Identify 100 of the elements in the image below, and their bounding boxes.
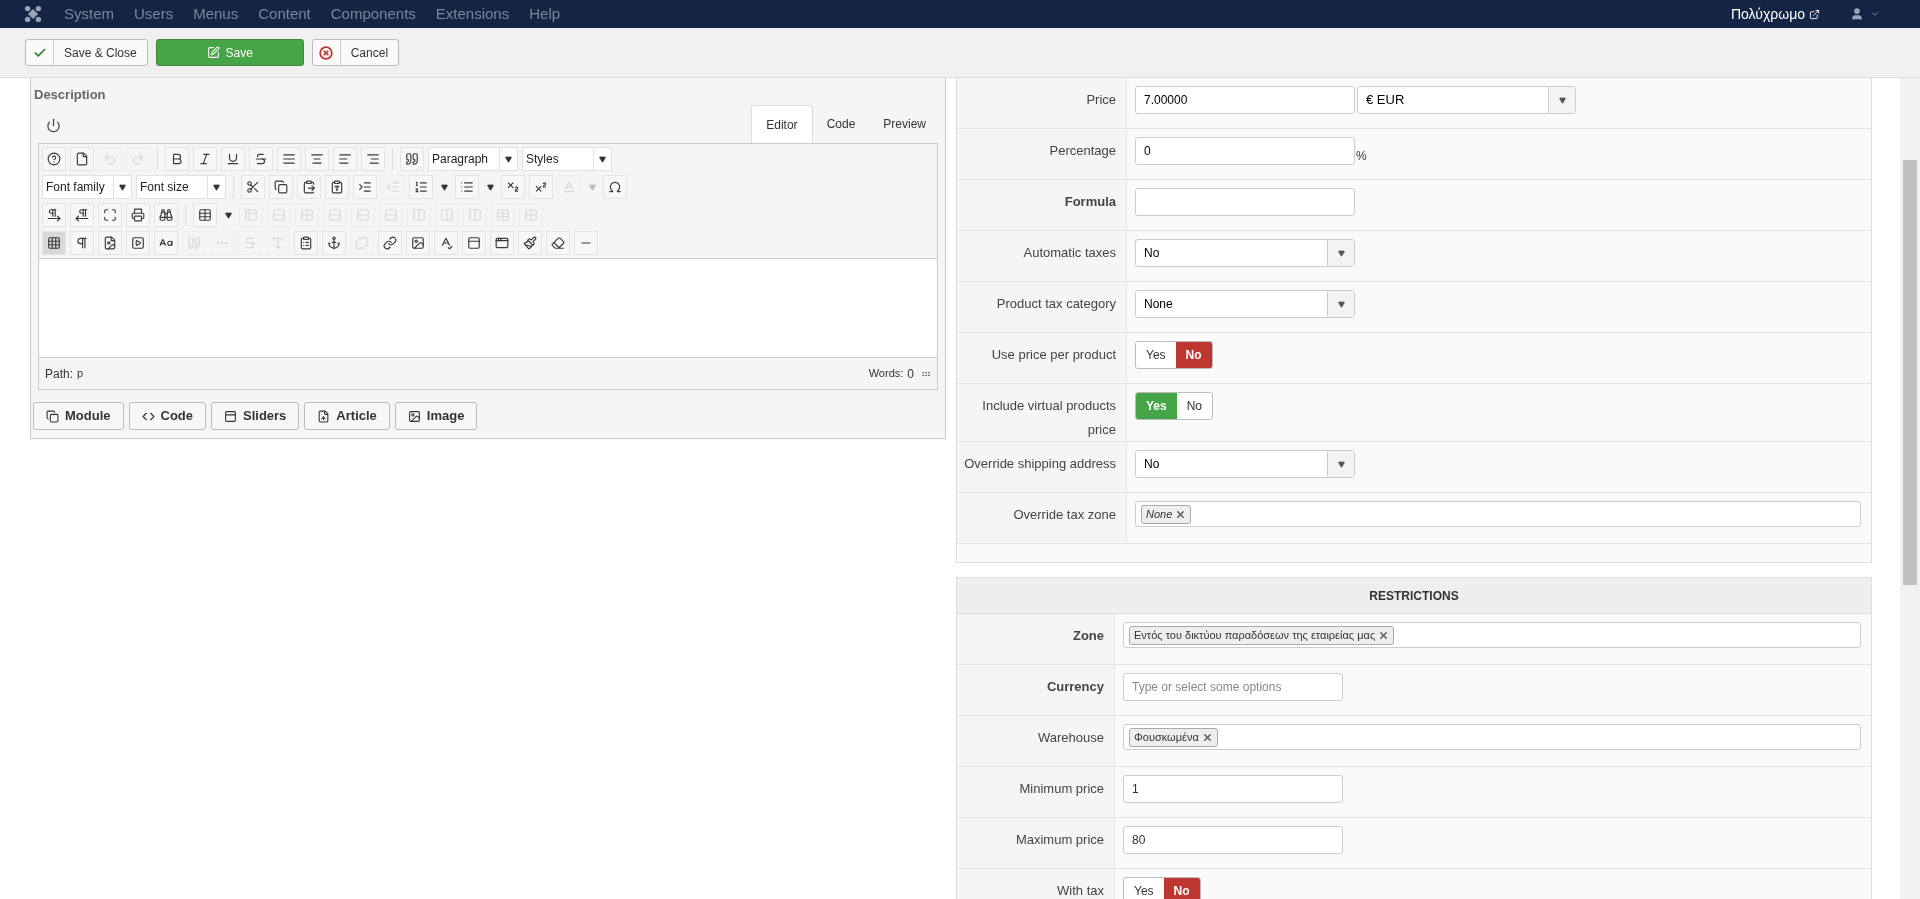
editor-dropdown[interactable]: Font family [42,175,132,199]
editor-dropdown[interactable]: Font size [136,175,226,199]
nav-menu-item[interactable]: Components [330,2,416,26]
editor-button[interactable]: Sliders [211,402,300,430]
image-button[interactable] [406,231,430,255]
nav-menu-item[interactable]: Menus [193,2,239,26]
bold-icon [170,152,184,166]
field-label: Maximum price [1015,832,1104,847]
panel-icon [224,409,237,423]
nav-menu-item[interactable]: Extensions [435,2,510,26]
price-input[interactable]: 7.00000 [1135,86,1355,114]
remove-icon[interactable] [1201,731,1213,743]
remove-icon[interactable] [1378,629,1390,641]
editor-tab[interactable]: Code [812,105,870,143]
preview-button[interactable] [490,231,514,255]
toolbar-button[interactable]: Save & Close [25,39,148,66]
template-button[interactable] [294,231,318,255]
indent-button[interactable] [353,175,377,199]
tag-input[interactable]: Εντός του δικτύου παραδόσεων της εταιρείας μας [1123,622,1861,648]
italic-button[interactable] [193,147,217,171]
align-left-button[interactable] [333,147,357,171]
user-menu[interactable] [1850,7,1880,21]
scissors-button[interactable] [241,175,265,199]
align-justify-button[interactable] [277,147,301,171]
link-button[interactable] [378,231,402,255]
right-to-left-button[interactable] [70,203,94,227]
omega-button[interactable] [603,175,627,199]
caret-icon [440,183,448,191]
editor-button[interactable]: Image [394,402,478,430]
toggle-option[interactable]: Yes [1124,878,1164,899]
grid-button[interactable] [42,231,66,255]
currency-select[interactable]: € EUR [1357,86,1576,114]
percentage-input[interactable]: 0 [1135,137,1355,165]
scrollbar[interactable] [1900,78,1920,899]
underline-button[interactable] [221,147,245,171]
table-button[interactable] [193,203,217,227]
dropdown-select[interactable]: None [1135,290,1355,318]
table-row-icon [272,208,286,222]
table-cell-icon [300,208,314,222]
media-button[interactable] [126,231,150,255]
align-center-button[interactable] [305,147,329,171]
dropdown-select[interactable]: No [1135,450,1355,478]
editor-button[interactable]: Article [304,402,390,430]
brush-button[interactable] [518,231,542,255]
pilcrow-button[interactable] [70,231,94,255]
font-button[interactable] [154,231,178,255]
editor-button[interactable]: Module [33,402,124,430]
toggle-option[interactable]: No [1163,878,1200,899]
copy-button[interactable] [269,175,293,199]
new-document-button[interactable] [70,147,94,171]
nav-menu-item[interactable]: Help [529,2,561,26]
numbered-list-button[interactable] [409,175,433,199]
logo-icon[interactable] [24,5,42,23]
caret-icon [505,155,512,163]
editor-button[interactable]: Code [128,402,206,430]
toggle-option[interactable]: No [1176,393,1213,419]
strikethrough-button[interactable] [249,147,273,171]
fullscreen-button[interactable] [98,203,122,227]
text-input[interactable]: 1 [1123,775,1343,803]
superscript-button[interactable] [529,175,553,199]
file-image-button[interactable] [98,231,122,255]
text-input[interactable] [1135,188,1355,216]
paste-text-button[interactable] [325,175,349,199]
nav-menu-item[interactable]: Content [258,2,311,26]
printer-button[interactable] [126,203,150,227]
editor-dropdown[interactable]: Paragraph [428,147,518,171]
editor-tab[interactable]: Editor [751,105,813,143]
spellcheck-button[interactable] [434,231,458,255]
quote-button[interactable] [400,147,424,171]
paste-button[interactable] [297,175,321,199]
nav-menu-item[interactable]: Users [134,2,174,26]
bold-button[interactable] [165,147,189,171]
left-to-right-button[interactable] [42,203,66,227]
editor-tab[interactable]: Preview [869,105,940,143]
help-button[interactable] [42,147,66,171]
binoculars-button[interactable] [154,203,178,227]
power-icon[interactable] [46,118,61,133]
dropdown-select[interactable]: No [1135,239,1355,267]
text-input[interactable]: 80 [1123,826,1343,854]
anchor-button[interactable] [322,231,346,255]
align-right-button[interactable] [361,147,385,171]
toggle-option[interactable]: Yes [1136,342,1176,368]
anchor-icon [327,236,341,250]
tag-input[interactable]: None [1135,501,1861,527]
paste-icon [302,180,316,194]
align-justify-icon [282,152,296,166]
text-input[interactable]: Type or select some options [1123,673,1343,701]
nav-menu-item[interactable]: System [64,2,114,26]
site-link[interactable]: Πολύχρωμο [1730,3,1820,25]
subscript-button[interactable] [501,175,525,199]
editor-dropdown[interactable]: Styles [522,147,612,171]
align-right-icon [366,152,380,166]
bullet-list-button[interactable] [455,175,479,199]
remove-icon[interactable] [1175,508,1187,520]
toggle-option[interactable]: No [1175,342,1212,368]
toolbar-button[interactable]: Cancel [311,39,400,66]
horizontal-rule-box-button[interactable] [462,231,486,255]
tag-input[interactable]: Φουσκωμένα [1123,724,1861,750]
eraser-button[interactable] [546,231,570,255]
field-label: Use price per product [991,347,1116,362]
